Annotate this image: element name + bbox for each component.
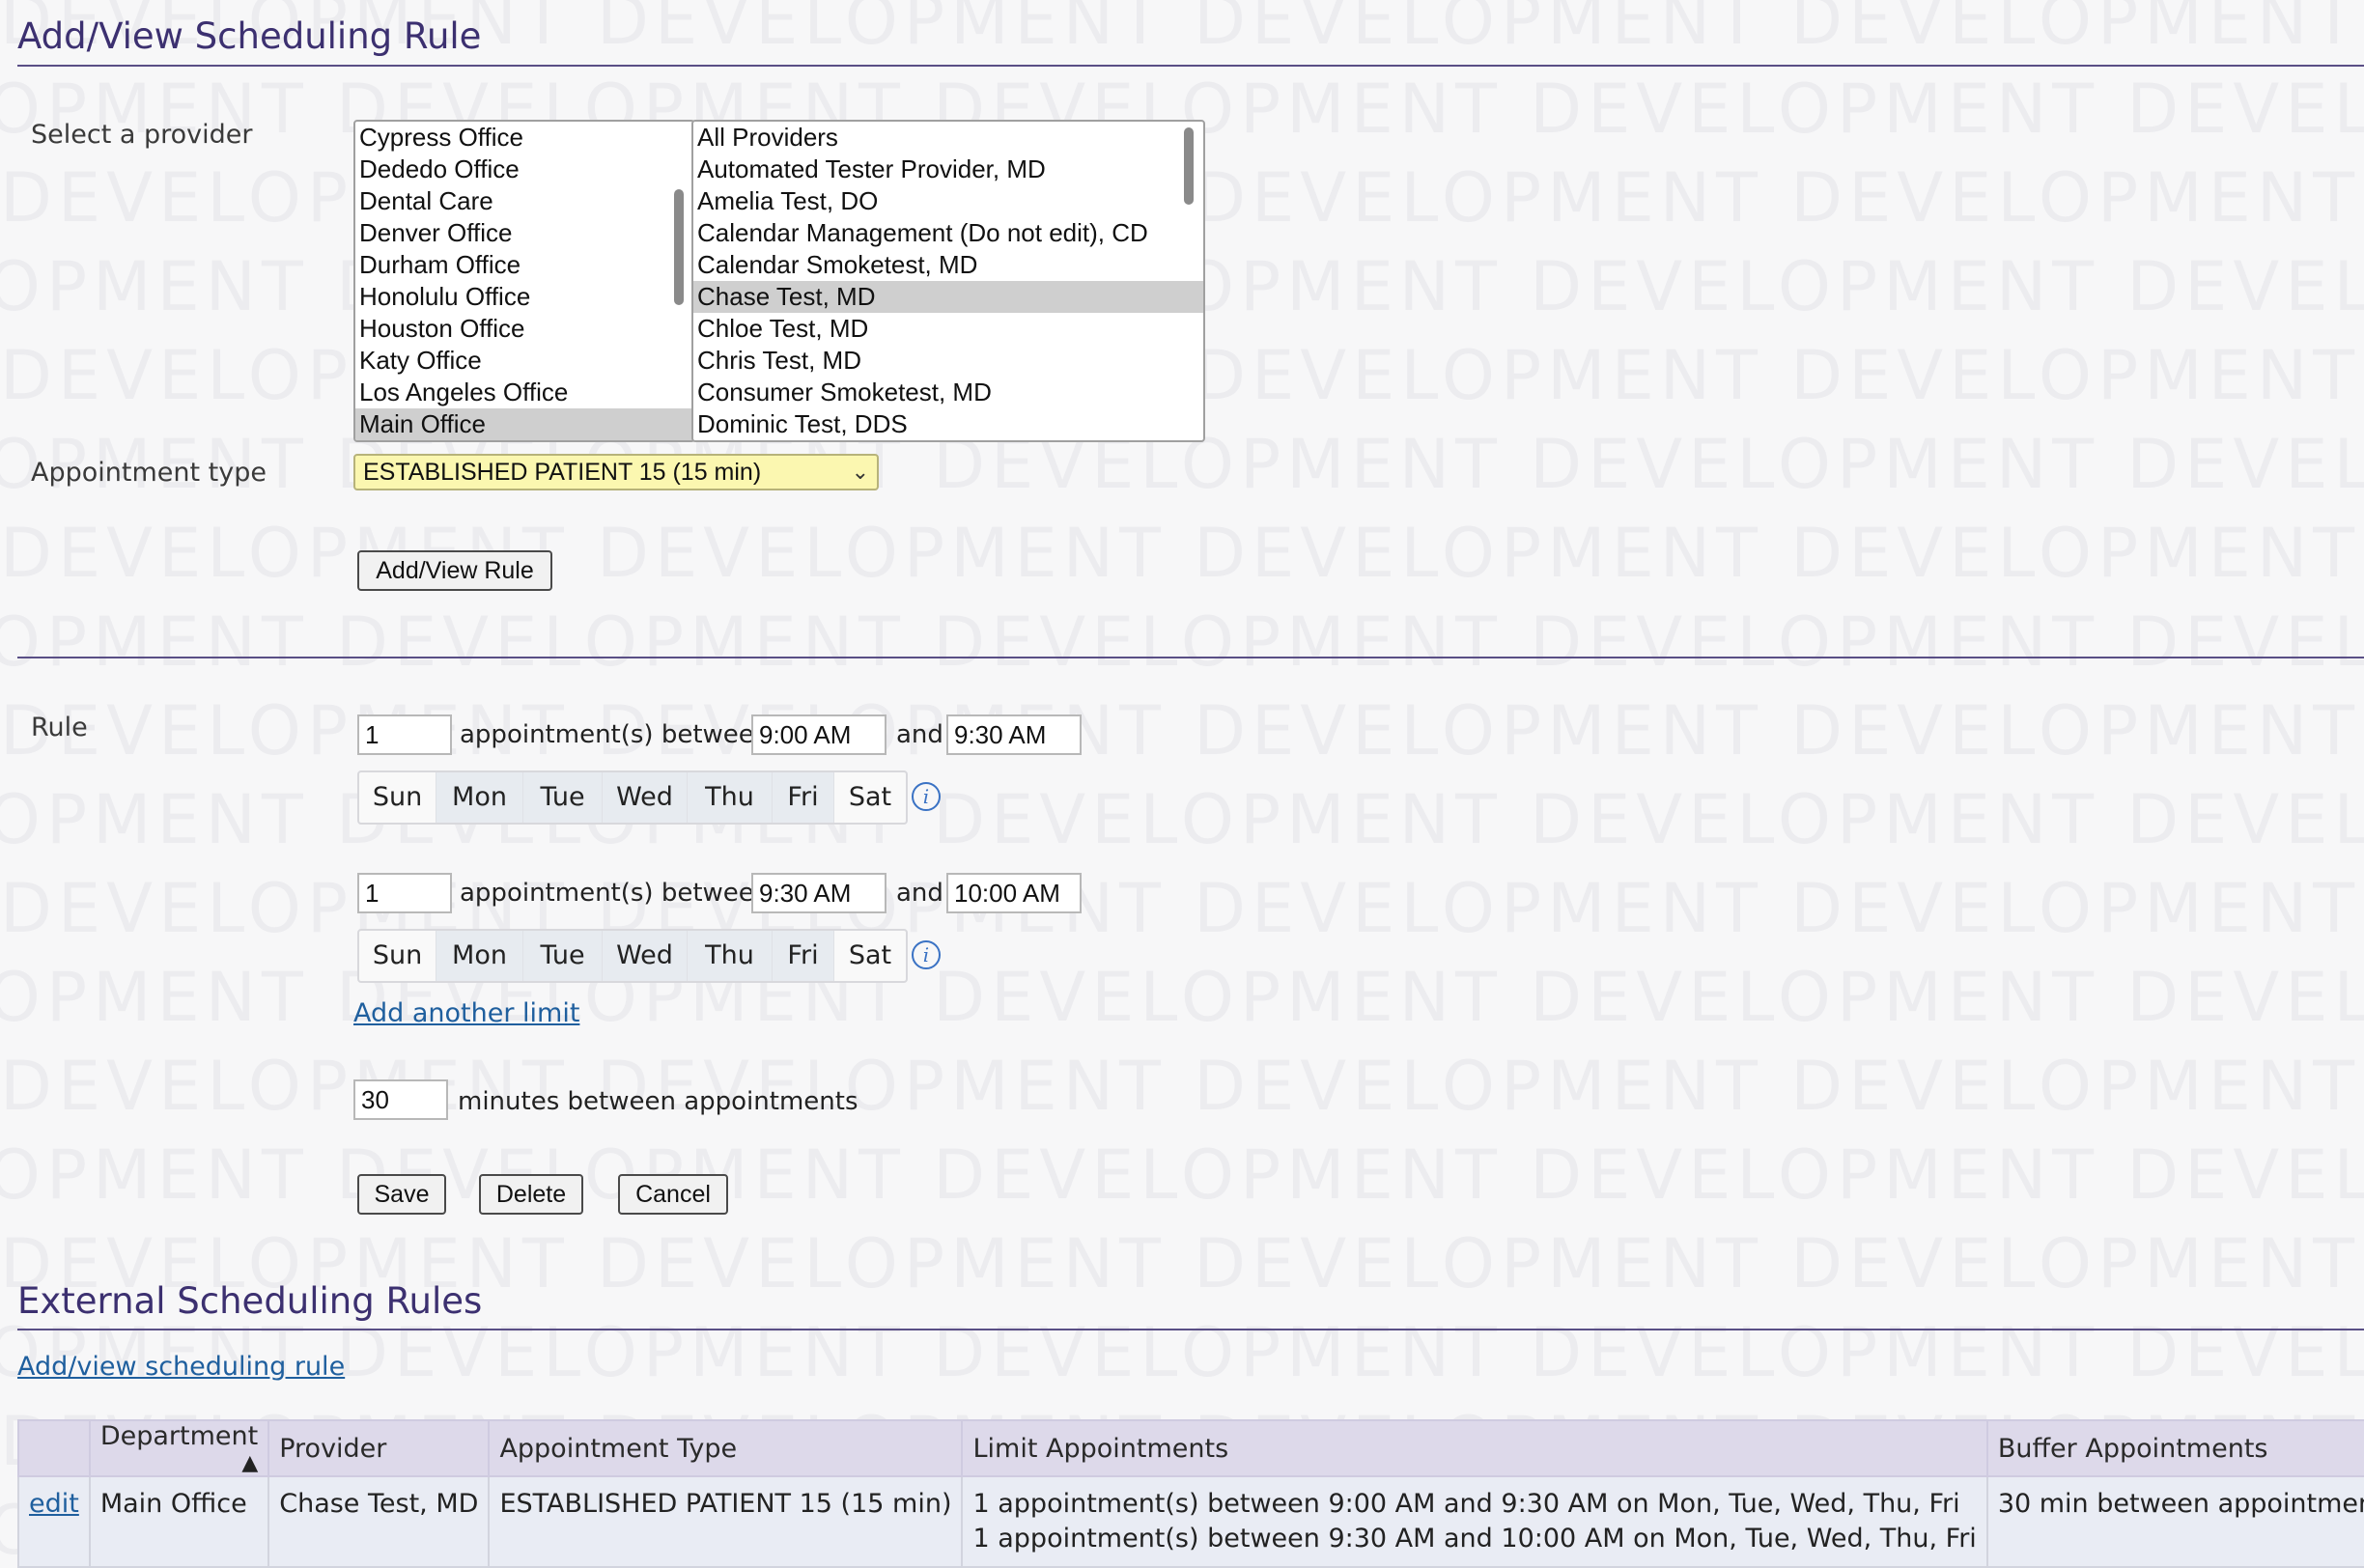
edit-link[interactable]: edit: [29, 1489, 79, 1519]
delete-button[interactable]: Delete: [479, 1174, 583, 1215]
day-toggle-fri[interactable]: Fri: [773, 931, 834, 981]
info-icon[interactable]: i: [912, 782, 941, 811]
limit-1-and-text: and: [896, 720, 943, 749]
listbox-option[interactable]: Dominic Test, DDS: [693, 408, 1203, 440]
day-toggle-sat[interactable]: Sat: [834, 931, 906, 981]
listbox-option[interactable]: All Providers: [693, 122, 1203, 154]
day-toggle-sat[interactable]: Sat: [834, 772, 906, 823]
limit-1-between-text: appointment(s) between: [460, 720, 771, 749]
buffer-minutes-input[interactable]: 30: [353, 1079, 448, 1120]
cancel-button[interactable]: Cancel: [618, 1174, 728, 1215]
external-divider: [17, 1329, 2364, 1330]
listbox-option[interactable]: Consumer Smoketest, MD: [693, 377, 1203, 408]
provider-listbox[interactable]: All Providers Automated Tester Provider, …: [691, 120, 1205, 442]
limit-appointments-cell: 1 appointment(s) between 9:00 AM and 9:3…: [961, 1475, 1988, 1568]
limit-2-days[interactable]: Sun Mon Tue Wed Thu Fri Sat: [357, 929, 908, 983]
external-rules-table: Department ▲ Provider Appointment Type L…: [17, 1419, 2364, 1568]
limit-line: 1 appointment(s) between 9:30 AM and 10:…: [972, 1524, 1977, 1554]
table-row: edit Main Office Chase Test, MD ESTABLIS…: [17, 1475, 2364, 1568]
provider-options: All Providers Automated Tester Provider, …: [693, 122, 1203, 440]
appointment-type-column-header[interactable]: Appointment Type: [488, 1419, 964, 1477]
limit-1-days[interactable]: Sun Mon Tue Wed Thu Fri Sat: [357, 770, 908, 825]
limit-2-start-input[interactable]: 9:30 AM: [751, 873, 886, 913]
department-scrollbar[interactable]: [674, 189, 684, 305]
department-cell: Main Office: [88, 1475, 270, 1568]
limit-1-end-input[interactable]: 9:30 AM: [946, 714, 1082, 755]
limit-2-and-text: and: [896, 879, 943, 908]
listbox-option[interactable]: Chloe Test, MD: [693, 313, 1203, 345]
day-toggle-mon[interactable]: Mon: [436, 772, 523, 823]
limit-appointments-column-header[interactable]: Limit Appointments: [961, 1419, 1988, 1477]
day-toggle-tue[interactable]: Tue: [523, 772, 603, 823]
limit-1-count-input[interactable]: 1: [357, 714, 452, 755]
listbox-option[interactable]: Honolulu Office: [355, 281, 693, 313]
provider-cell: Chase Test, MD: [267, 1475, 491, 1568]
department-listbox[interactable]: Cypress Office Dededo Office Dental Care De…: [353, 120, 695, 442]
department-header-label: Department: [99, 1421, 259, 1451]
listbox-option[interactable]: Katy Office: [355, 345, 693, 377]
listbox-option[interactable]: Los Angeles Office: [355, 377, 693, 408]
listbox-option[interactable]: Dental Care: [355, 185, 693, 217]
appointment-type-select[interactable]: ESTABLISHED PATIENT 15 (15 min) ⌄: [353, 454, 879, 490]
buffer-text: minutes between appointments: [458, 1087, 858, 1116]
save-button[interactable]: Save: [357, 1174, 446, 1215]
day-toggle-thu[interactable]: Thu: [688, 772, 773, 823]
appointment-type-value: ESTABLISHED PATIENT 15 (15 min): [363, 459, 762, 486]
listbox-option[interactable]: Calendar Smoketest, MD: [693, 249, 1203, 281]
listbox-option[interactable]: Chase Test, MD: [693, 281, 1203, 313]
day-toggle-wed[interactable]: Wed: [603, 772, 688, 823]
listbox-option[interactable]: Houston Office: [355, 313, 693, 345]
section-divider: [17, 657, 2364, 658]
day-toggle-fri[interactable]: Fri: [773, 772, 834, 823]
limit-2-count-input[interactable]: 1: [357, 873, 452, 913]
chevron-down-icon: ⌄: [851, 460, 869, 484]
limit-2-between-text: appointment(s) between: [460, 879, 771, 908]
department-column-header[interactable]: Department ▲: [88, 1419, 270, 1477]
provider-column-header[interactable]: Provider: [267, 1419, 491, 1477]
edit-column-header: [17, 1419, 91, 1477]
day-toggle-wed[interactable]: Wed: [603, 931, 688, 981]
listbox-option[interactable]: Cypress Office: [355, 122, 693, 154]
limit-2-end-input[interactable]: 10:00 AM: [946, 873, 1082, 913]
provider-label: Select a provider: [31, 120, 253, 150]
buffer-appointments-column-header[interactable]: Buffer Appointments: [1985, 1419, 2364, 1477]
department-options: Cypress Office Dededo Office Dental Care De…: [355, 122, 693, 440]
limit-line: 1 appointment(s) between 9:00 AM and 9:3…: [972, 1489, 1960, 1519]
add-another-limit-link[interactable]: Add another limit: [353, 998, 579, 1028]
add-view-scheduling-rule-link[interactable]: Add/view scheduling rule: [17, 1352, 345, 1382]
appointment-type-cell: ESTABLISHED PATIENT 15 (15 min): [488, 1475, 964, 1568]
edit-cell: edit: [17, 1475, 91, 1568]
appointment-type-label: Appointment type: [31, 458, 267, 488]
rule-label: Rule: [31, 713, 88, 742]
page-title: Add/View Scheduling Rule: [17, 15, 482, 57]
listbox-option[interactable]: Amelia Test, DO: [693, 185, 1203, 217]
listbox-option[interactable]: Automated Tester Provider, MD: [693, 154, 1203, 185]
buffer-appointments-cell: 30 min between appointments: [1985, 1475, 2364, 1568]
external-rules-title: External Scheduling Rules: [17, 1280, 483, 1322]
limit-1-start-input[interactable]: 9:00 AM: [751, 714, 886, 755]
listbox-option[interactable]: Calendar Management (Do not edit), CD: [693, 217, 1203, 249]
sort-ascending-icon: ▲: [241, 1451, 259, 1475]
listbox-option[interactable]: Main Office: [355, 408, 693, 440]
add-view-rule-button[interactable]: Add/View Rule: [357, 550, 552, 591]
day-toggle-sun[interactable]: Sun: [359, 772, 436, 823]
title-divider: [17, 65, 2364, 67]
day-toggle-tue[interactable]: Tue: [523, 931, 603, 981]
day-toggle-sun[interactable]: Sun: [359, 931, 436, 981]
day-toggle-thu[interactable]: Thu: [688, 931, 773, 981]
listbox-option[interactable]: Denver Office: [355, 217, 693, 249]
provider-scrollbar[interactable]: [1184, 127, 1194, 205]
listbox-option[interactable]: Dededo Office: [355, 154, 693, 185]
day-toggle-mon[interactable]: Mon: [436, 931, 523, 981]
table-header-row: Department ▲ Provider Appointment Type L…: [17, 1419, 2364, 1477]
info-icon[interactable]: i: [912, 940, 941, 969]
listbox-option[interactable]: Durham Office: [355, 249, 693, 281]
listbox-option[interactable]: Chris Test, MD: [693, 345, 1203, 377]
